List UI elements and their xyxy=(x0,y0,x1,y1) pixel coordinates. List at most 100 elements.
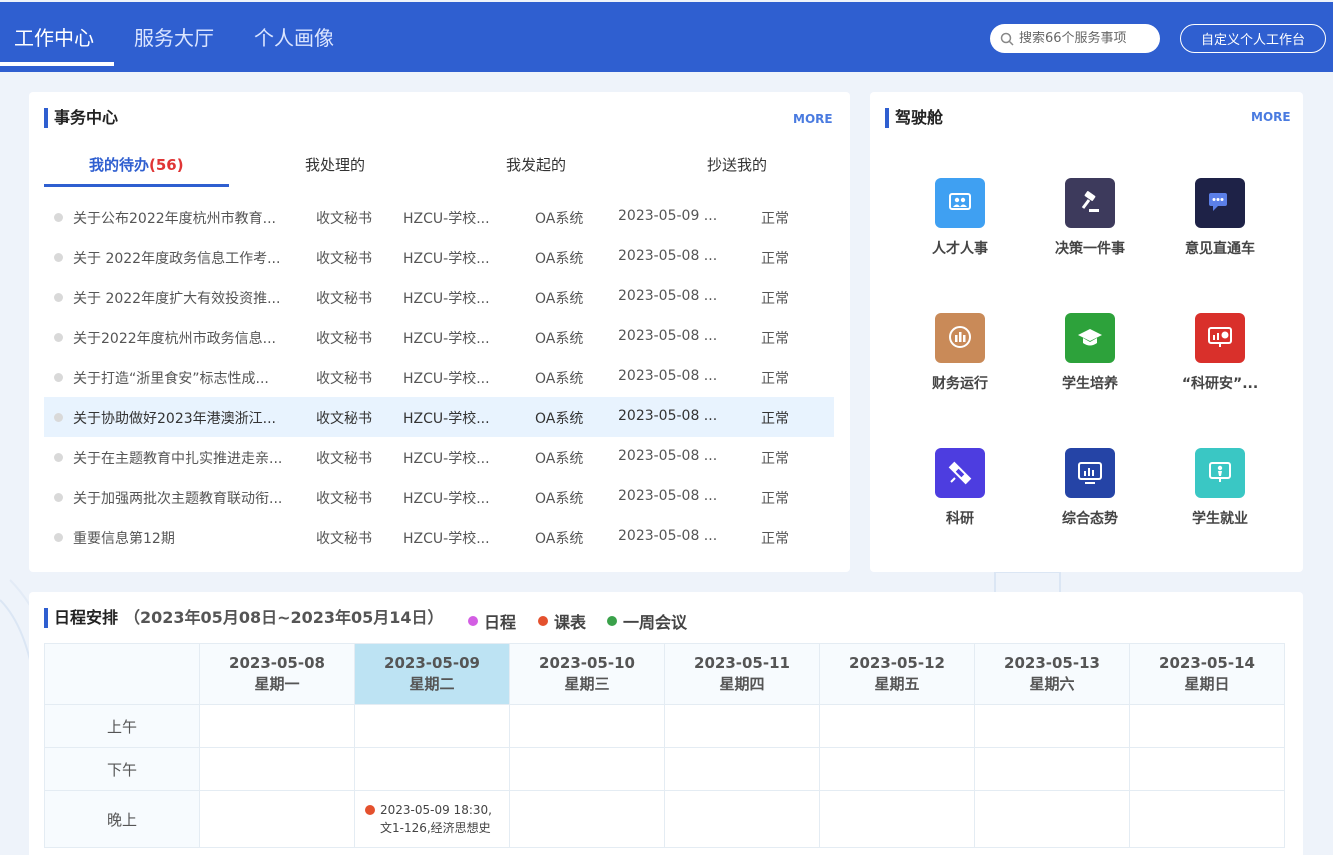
tab-cc-to-me[interactable]: 抄送我的 xyxy=(707,154,767,175)
schedule-cell[interactable] xyxy=(1129,747,1285,791)
cockpit-tile-label: 综合态势 xyxy=(1062,511,1118,527)
customize-workspace-button[interactable]: 自定义个人工作台 xyxy=(1180,24,1326,53)
tab-handled-by-me[interactable]: 我处理的 xyxy=(305,154,365,175)
search-box[interactable] xyxy=(990,24,1160,53)
row-title: 关于打造“浙里食安”标志性成... xyxy=(73,371,269,387)
schedule-cell[interactable] xyxy=(664,704,820,748)
event-text: 2023-05-09 18:30,文1-126,经济思想史 xyxy=(380,803,492,835)
row-status: 正常 xyxy=(761,291,789,307)
schedule-cell[interactable] xyxy=(354,704,510,748)
row-date: 2023-05-08 ... xyxy=(618,408,718,424)
legend-dot xyxy=(538,616,548,626)
todo-row[interactable]: 关于加强两批次主题教育联动衔... 收文秘书 HZCU-学校... OA系统 2023-… xyxy=(44,477,834,517)
tab-work-center[interactable]: 工作中心 xyxy=(14,22,94,51)
schedule-event[interactable]: 2023-05-09 18:30,文1-126,经济思想史 xyxy=(355,801,509,837)
cockpit-tile-label: 决策一件事 xyxy=(1055,241,1125,257)
row-type: 收文秘书 xyxy=(316,451,372,467)
schedule-cell[interactable] xyxy=(974,704,1130,748)
schedule-cell[interactable] xyxy=(509,704,665,748)
day-weekday: 星期六 xyxy=(1029,675,1075,693)
row-system: OA系统 xyxy=(535,331,584,347)
schedule-period-row: 下午 xyxy=(44,747,1285,791)
cockpit-tile-label: 学生培养 xyxy=(1062,376,1118,392)
day-date: 2023-05-09 xyxy=(384,654,480,672)
todo-row[interactable]: 关于 2022年度扩大有效投资推... 收文秘书 HZCU-学校... OA系统 202… xyxy=(44,277,834,317)
schedule-cell[interactable] xyxy=(199,704,355,748)
period-label: 上午 xyxy=(44,704,200,748)
legend-label: 日程 xyxy=(484,613,517,632)
period-label: 下午 xyxy=(44,747,200,791)
schedule-title: 日程安排 （2023年05月08日~2023年05月14日） xyxy=(44,608,444,628)
cockpit-more-link[interactable]: MORE xyxy=(1251,110,1291,124)
affairs-more-link[interactable]: MORE xyxy=(793,112,833,126)
row-system: OA系统 xyxy=(535,451,584,467)
graduation-cap-icon xyxy=(1065,313,1115,363)
corner-cell xyxy=(44,643,200,705)
todo-row[interactable]: 关于公布2022年度杭州市教育... 收文秘书 HZCU-学校... OA系统 2023… xyxy=(44,197,834,237)
cockpit-tile-label: 人才人事 xyxy=(932,241,988,257)
schedule-cell[interactable] xyxy=(509,747,665,791)
search-input[interactable] xyxy=(1019,31,1149,46)
schedule-cell[interactable] xyxy=(819,747,975,791)
todo-row[interactable]: 关于 2022年度政务信息工作考... 收文秘书 HZCU-学校... OA系统 202… xyxy=(44,237,834,277)
row-type: 收文秘书 xyxy=(316,531,372,547)
monitor-chart-icon xyxy=(1195,313,1245,363)
todo-row[interactable]: 关于在主题教育中扎实推进走亲... 收文秘书 HZCU-学校... OA系统 2023-… xyxy=(44,437,834,477)
schedule-cell[interactable] xyxy=(664,790,820,848)
cockpit-tile[interactable]: 决策一件事 xyxy=(1035,178,1145,278)
schedule-cell[interactable] xyxy=(974,747,1130,791)
cockpit-title: 驾驶舱 xyxy=(885,108,943,128)
cockpit-tile[interactable]: 学生培养 xyxy=(1035,313,1145,413)
schedule-cell[interactable] xyxy=(819,704,975,748)
todo-row[interactable]: 关于2022年度杭州市政务信息... 收文秘书 HZCU-学校... OA系统 2023… xyxy=(44,317,834,357)
cockpit-tile-label: 学生就业 xyxy=(1192,511,1248,527)
schedule-cell[interactable] xyxy=(664,747,820,791)
row-status: 正常 xyxy=(761,531,789,547)
schedule-cell[interactable] xyxy=(509,790,665,848)
tab-my-todo[interactable]: 我的待办(56) xyxy=(89,154,184,175)
todo-row[interactable]: 关于协助做好2023年港澳浙江... 收文秘书 HZCU-学校... OA系统 2023… xyxy=(44,397,834,437)
row-system: OA系统 xyxy=(535,371,584,387)
row-date: 2023-05-08 ... xyxy=(618,448,718,464)
row-department: HZCU-学校... xyxy=(403,211,490,227)
day-header: 2023-05-08 星期一 xyxy=(199,643,355,705)
cockpit-tile[interactable]: 意见直通车 xyxy=(1165,178,1275,278)
todo-row[interactable]: 关于打造“浙里食安”标志性成... 收文秘书 HZCU-学校... OA系统 2023-… xyxy=(44,357,834,397)
schedule-cell[interactable] xyxy=(199,747,355,791)
schedule-cell[interactable] xyxy=(199,790,355,848)
cockpit-tile[interactable]: 财务运行 xyxy=(905,313,1015,413)
cockpit-tile[interactable]: 人才人事 xyxy=(905,178,1015,278)
schedule-cell[interactable] xyxy=(1129,790,1285,848)
day-date: 2023-05-11 xyxy=(694,654,790,672)
day-header-today: 2023-05-09 星期二 xyxy=(354,643,510,705)
row-system: OA系统 xyxy=(535,211,584,227)
search-icon xyxy=(1000,32,1014,46)
row-bullet xyxy=(54,493,63,502)
schedule-cell[interactable] xyxy=(1129,704,1285,748)
row-bullet xyxy=(54,333,63,342)
todo-row[interactable]: 重要信息第12期 收文秘书 HZCU-学校... OA系统 2023-05-08 ...… xyxy=(44,517,834,557)
sub-tab-indicator xyxy=(44,184,229,187)
schedule-cell[interactable] xyxy=(974,790,1130,848)
cockpit-tile[interactable]: 综合态势 xyxy=(1035,448,1145,548)
cockpit-tile[interactable]: “科研安”... xyxy=(1165,313,1275,413)
row-department: HZCU-学校... xyxy=(403,331,490,347)
tab-initiated-by-me[interactable]: 我发起的 xyxy=(506,154,566,175)
satellite-icon xyxy=(935,448,985,498)
tab-service-hall[interactable]: 服务大厅 xyxy=(134,22,214,51)
schedule-cell[interactable] xyxy=(354,747,510,791)
row-status: 正常 xyxy=(761,251,789,267)
row-department: HZCU-学校... xyxy=(403,491,490,507)
row-system: OA系统 xyxy=(535,251,584,267)
legend-dot xyxy=(607,616,617,626)
schedule-period-row: 晚上 2023-05-09 18:30,文1-126,经济思想史 xyxy=(44,790,1285,848)
cockpit-tile[interactable]: 学生就业 xyxy=(1165,448,1275,548)
people-board-icon xyxy=(935,178,985,228)
schedule-cell[interactable]: 2023-05-09 18:30,文1-126,经济思想史 xyxy=(354,790,510,848)
tab-personal-profile[interactable]: 个人画像 xyxy=(254,22,334,51)
cockpit-tile[interactable]: 科研 xyxy=(905,448,1015,548)
affairs-title: 事务中心 xyxy=(44,108,118,128)
row-title: 关于加强两批次主题教育联动衔... xyxy=(73,491,283,507)
cockpit-tile-label: 意见直通车 xyxy=(1185,241,1255,257)
schedule-cell[interactable] xyxy=(819,790,975,848)
